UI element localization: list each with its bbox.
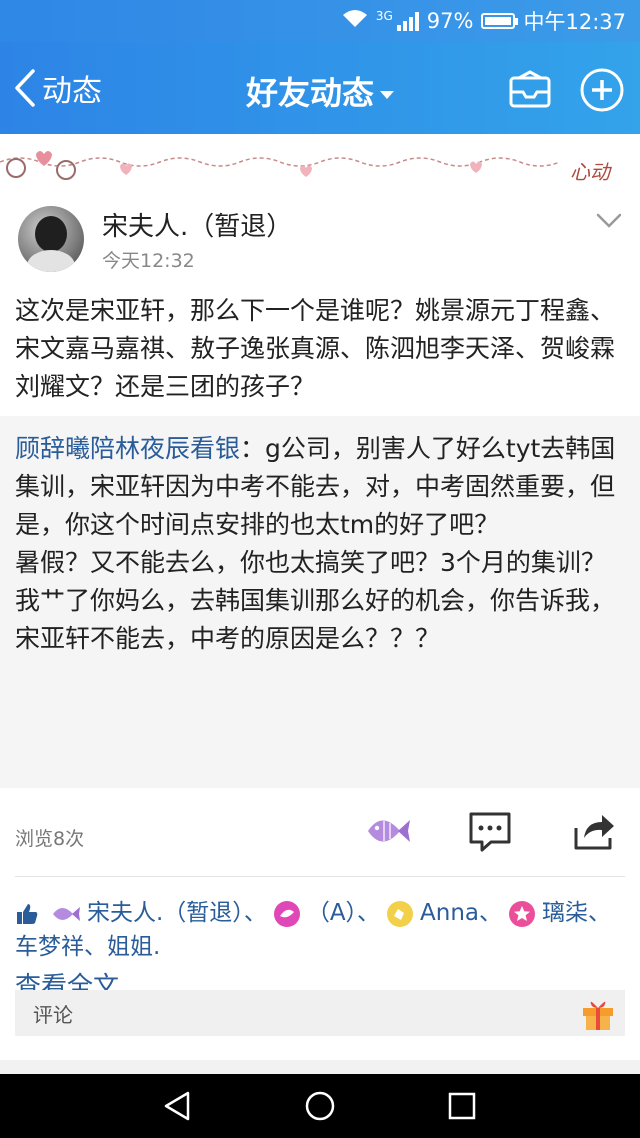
liker-name[interactable]: 姐姐.: [107, 934, 160, 960]
messages-button[interactable]: [506, 66, 554, 114]
battery-icon: [481, 13, 519, 29]
doodle-decoration: [0, 151, 561, 180]
share-icon: [574, 815, 614, 850]
more-options-button[interactable]: [596, 212, 622, 230]
gift-icon: [583, 1001, 613, 1030]
plus-circle-icon: [580, 68, 624, 112]
comment-icon: [469, 812, 511, 852]
view-count: 浏览8次: [15, 828, 85, 850]
fish-button[interactable]: [362, 806, 412, 856]
comment-button[interactable]: [465, 806, 515, 856]
gift-button[interactable]: [579, 994, 617, 1032]
battery-percent: 97%: [426, 9, 474, 33]
chevron-down-icon: [596, 213, 622, 228]
comment-placeholder: 评论: [33, 1003, 73, 1027]
repost-body: ：g公司，别害人了好么tyt去韩国集训，宋亚轩因为中考不能去，对，中考固然重要，…: [15, 434, 616, 653]
system-recents-button[interactable]: [444, 1088, 480, 1124]
nav-bar: 动态 好友动态: [0, 42, 640, 134]
add-button[interactable]: [578, 66, 626, 114]
divider: [15, 876, 625, 877]
liker-name[interactable]: 宋夫人.（暂退）: [87, 900, 244, 926]
avatar[interactable]: [18, 206, 84, 272]
comment-input[interactable]: 评论: [15, 990, 625, 1036]
thumbs-up-icon: [17, 903, 38, 924]
banner-text: 心动: [570, 160, 610, 184]
status-bar: 3G 97% 中午12:37: [0, 0, 640, 42]
network-type: 3G: [375, 9, 393, 23]
liker-name[interactable]: Anna: [420, 900, 479, 926]
decor-banner: 心动: [0, 134, 640, 194]
star-badge-icon: [509, 900, 536, 927]
share-button[interactable]: [568, 806, 618, 856]
post-content: 这次是宋亚轩，那么下一个是谁呢？姚景源元丁程鑫、宋文嘉马嘉祺、敖子逸张真源、陈泗…: [15, 296, 616, 401]
inbox-icon: [509, 70, 551, 108]
wifi-icon: [342, 9, 368, 34]
liker-name[interactable]: 车梦祥: [15, 934, 84, 960]
badge-icon: [273, 900, 300, 927]
repost-author[interactable]: 顾辞曦陪林夜辰看银: [15, 434, 240, 463]
repost-text: 顾辞曦陪林夜辰看银：g公司，别害人了好么tyt去韩国集训，宋亚轩因为中考不能去，…: [15, 430, 625, 658]
repost-block[interactable]: 顾辞曦陪林夜辰看银：g公司，别害人了好么tyt去韩国集训，宋亚轩因为中考不能去，…: [0, 416, 640, 1002]
liker-name[interactable]: （A）: [307, 900, 357, 926]
system-back-button[interactable]: [160, 1088, 196, 1124]
fish-icon: [368, 820, 410, 842]
system-nav-bar: [0, 1074, 640, 1138]
square-recents-icon: [448, 1092, 476, 1120]
signal-icon: [396, 11, 419, 31]
post-time: 今天12:32: [102, 250, 195, 272]
author-name[interactable]: 宋夫人.（暂退）: [102, 206, 292, 243]
status-time: 中午12:37: [523, 10, 626, 34]
triangle-back-icon: [164, 1091, 190, 1121]
badge-icon: [387, 900, 414, 927]
likes-list: 宋夫人.（暂退）、 （A）、 Anna、 璃柒、车梦祥、姐姐.: [15, 900, 612, 960]
fish-icon: [53, 906, 80, 921]
post-card: 宋夫人.（暂退） 今天12:32 这次是宋亚轩，那么下一个是谁呢？姚景源元丁程鑫…: [0, 194, 640, 1060]
liker-name[interactable]: 璃柒: [542, 900, 588, 926]
circle-home-icon: [305, 1091, 335, 1121]
system-home-button[interactable]: [302, 1088, 338, 1124]
dropdown-caret-icon: [380, 91, 394, 99]
